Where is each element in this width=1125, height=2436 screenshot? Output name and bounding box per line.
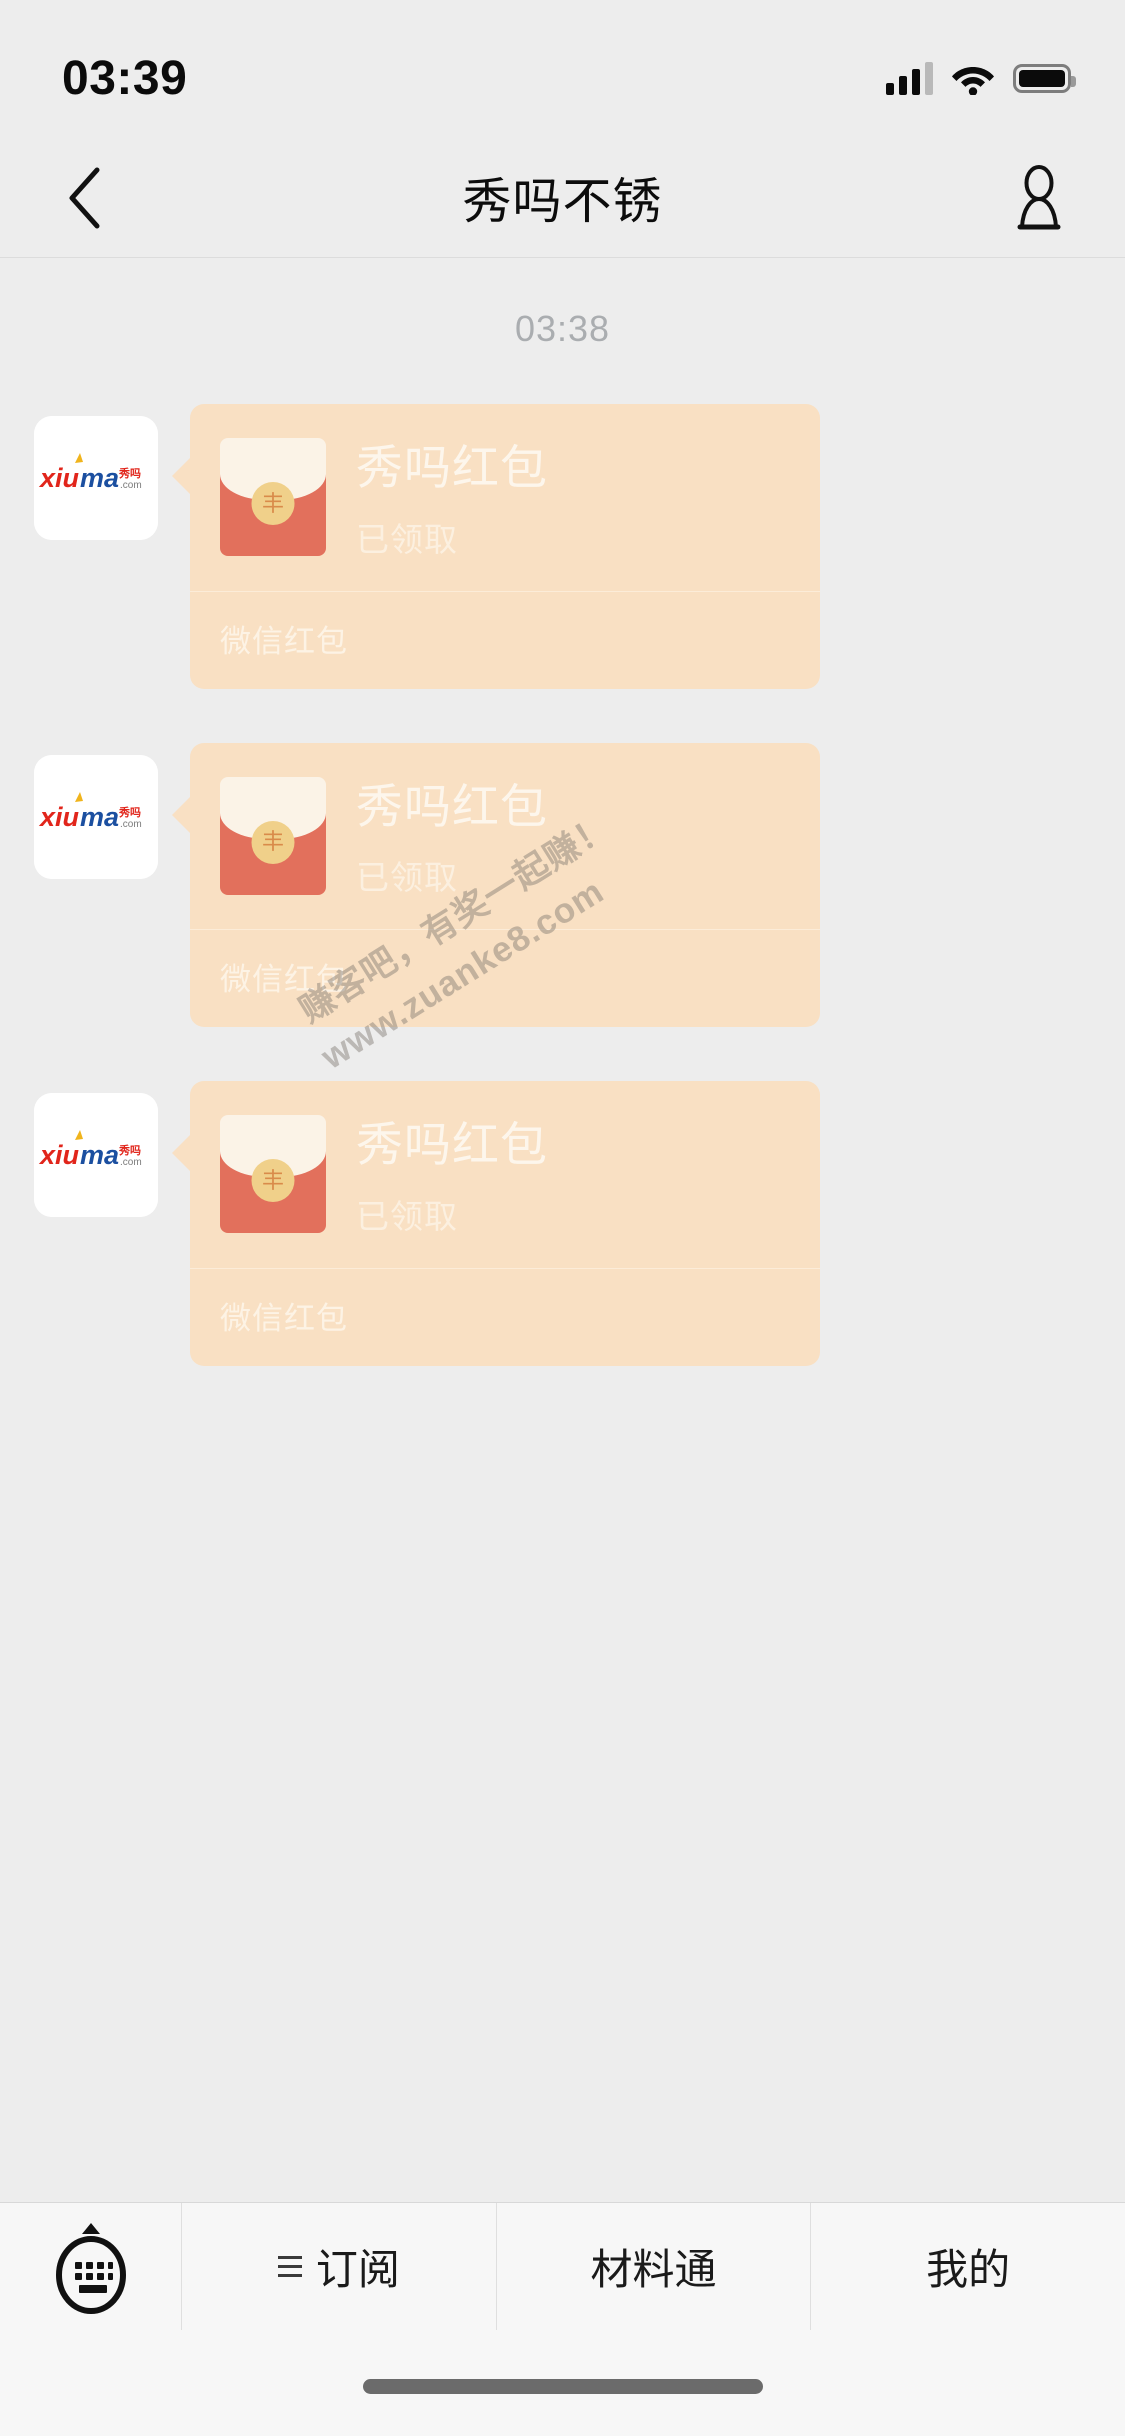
status-bar: 03:39 <box>0 0 1125 138</box>
svg-text:xiu: xiu <box>38 463 80 493</box>
message-row[interactable]: xiu ma 秀吗 .com 丰 秀吗红包 已领取 微信红包 <box>0 404 1125 689</box>
nav-bar: 秀吗不锈 <box>0 138 1125 258</box>
page-title: 秀吗不锈 <box>462 175 663 229</box>
svg-text:.com: .com <box>120 1157 142 1168</box>
red-envelope-icon: 丰 <box>220 776 326 895</box>
redpacket-status: 已领取 <box>356 520 458 558</box>
svg-text:xiu: xiu <box>38 1140 80 1170</box>
chat-list[interactable]: 03:38 xiu ma 秀吗 .com 丰 秀吗红包 已领取 微信红包 xiu… <box>0 258 1125 2202</box>
message-row[interactable]: xiu ma 秀吗 .com 丰 秀吗红包 已领取 微信红包 <box>0 1081 1125 1366</box>
battery-icon <box>1013 63 1076 93</box>
redpacket-status: 已领取 <box>356 1197 458 1235</box>
redpacket-bubble[interactable]: 丰 秀吗红包 已领取 微信红包 <box>190 742 820 1028</box>
status-time: 03:39 <box>62 51 188 105</box>
message-row[interactable]: xiu ma 秀吗 .com 丰 秀吗红包 已领取 微信红包 <box>0 742 1125 1028</box>
bubble-content: 丰 秀吗红包 已领取 <box>220 776 790 900</box>
contact-info-button[interactable] <box>995 154 1083 242</box>
home-indicator-area <box>0 2330 1125 2436</box>
avatar[interactable]: xiu ma 秀吗 .com <box>34 1093 158 1218</box>
svg-text:.com: .com <box>120 819 142 830</box>
bubble-content: 丰 秀吗红包 已领取 <box>220 438 790 561</box>
phone-screen: 03:39 秀吗不锈 03:38 xiu ma 秀吗 .com 丰 秀吗红包 已… <box>0 0 1125 2436</box>
redpacket-bubble[interactable]: 丰 秀吗红包 已领取 微信红包 <box>190 1081 820 1366</box>
home-indicator[interactable] <box>362 2378 763 2394</box>
envelope-seal: 丰 <box>251 1159 295 1203</box>
tab-subscribe[interactable]: 订阅 <box>182 2203 497 2330</box>
bubble-wrapper: 丰 秀吗红包 已领取 微信红包 <box>172 1081 820 1366</box>
svg-text:秀吗: 秀吗 <box>118 466 141 480</box>
tab-material[interactable]: 材料通 <box>497 2203 812 2330</box>
avatar[interactable]: xiu ma 秀吗 .com <box>34 754 158 879</box>
svg-text:ma: ma <box>80 463 119 493</box>
bubble-tail <box>172 1133 192 1174</box>
redpacket-source: 微信红包 <box>220 962 348 998</box>
bubble-wrapper: 丰 秀吗红包 已领取 微信红包 <box>172 404 820 689</box>
redpacket-source: 微信红包 <box>220 1300 348 1336</box>
envelope-seal: 丰 <box>251 820 295 864</box>
keyboard-button[interactable] <box>0 2203 182 2330</box>
red-envelope-icon: 丰 <box>220 438 326 556</box>
redpacket-title: 秀吗红包 <box>356 779 548 833</box>
chevron-left-icon <box>69 167 100 228</box>
tab-subscribe-label: 订阅 <box>315 2246 400 2293</box>
bubble-tail <box>172 794 192 835</box>
redpacket-title: 秀吗红包 <box>356 1118 548 1172</box>
bubble-texts: 秀吗红包 已领取 <box>356 438 548 561</box>
person-icon <box>1017 164 1061 229</box>
redpacket-status: 已领取 <box>356 859 458 897</box>
avatar[interactable]: xiu ma 秀吗 .com <box>34 416 158 540</box>
tab-material-label: 材料通 <box>590 2246 717 2293</box>
svg-text:ma: ma <box>80 1140 119 1170</box>
tab-mine-label: 我的 <box>926 2246 1011 2293</box>
svg-text:ma: ma <box>80 802 119 832</box>
chat-timestamp: 03:38 <box>514 308 611 349</box>
svg-text:xiu: xiu <box>38 802 80 832</box>
bottom-toolbar: 订阅 材料通 我的 <box>0 2202 1125 2330</box>
tab-mine[interactable]: 我的 <box>811 2203 1125 2330</box>
list-lines-icon <box>277 2256 302 2277</box>
keyboard-icon <box>55 2222 126 2314</box>
cellular-signal-icon <box>886 61 933 95</box>
svg-text:秀吗: 秀吗 <box>118 1143 141 1157</box>
bubble-content: 丰 秀吗红包 已领取 <box>220 1115 790 1238</box>
red-envelope-icon: 丰 <box>220 1115 326 1234</box>
bubble-wrapper: 丰 秀吗红包 已领取 微信红包 <box>172 742 820 1028</box>
bubble-texts: 秀吗红包 已领取 <box>356 777 548 900</box>
back-button[interactable] <box>40 154 128 242</box>
svg-text:秀吗: 秀吗 <box>118 805 141 819</box>
redpacket-source: 微信红包 <box>220 623 348 659</box>
redpacket-title: 秀吗红包 <box>356 441 548 494</box>
bubble-tail <box>172 456 192 496</box>
svg-text:.com: .com <box>120 480 142 491</box>
bubble-texts: 秀吗红包 已领取 <box>356 1115 548 1238</box>
status-icons <box>886 61 1076 96</box>
redpacket-bubble[interactable]: 丰 秀吗红包 已领取 微信红包 <box>190 404 820 689</box>
envelope-seal: 丰 <box>251 482 295 525</box>
wifi-icon <box>951 61 995 96</box>
